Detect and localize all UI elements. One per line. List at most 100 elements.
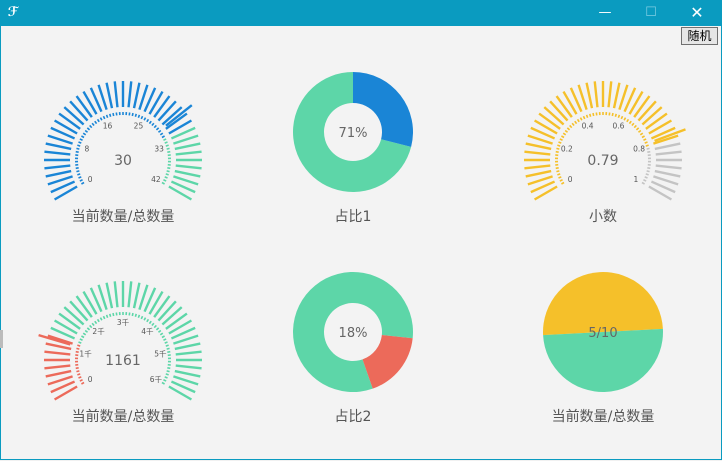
gauge-minor-tick	[641, 135, 645, 139]
gauge-minor-tick	[105, 114, 109, 118]
gauge-minor-tick	[77, 144, 81, 147]
gauge-minor-tick	[109, 313, 112, 317]
gauge-minor-tick	[589, 113, 592, 117]
gauge-minor-tick	[564, 129, 569, 133]
gauge-minor-tick	[641, 181, 645, 185]
gauge-minor-tick	[626, 118, 630, 123]
title-bar[interactable]: ℱ — ☐ ✕	[0, 0, 722, 26]
gauge-tick	[538, 112, 561, 130]
donut-panel-2: 18% 占比2	[233, 255, 473, 455]
gauge-panel-1: 0 8 16 25 33 42 30 当前数量/总数量	[3, 55, 243, 255]
pie-center-label: 5/10	[588, 326, 617, 341]
gauge-value: 1161	[105, 353, 141, 369]
gauge-minor-tick	[582, 115, 586, 120]
gauge-minor-tick	[646, 147, 650, 150]
gauge-minor-tick	[617, 114, 621, 118]
minimize-button[interactable]: —	[582, 0, 628, 26]
gauge-minor-tick	[163, 138, 167, 141]
donut-chart-1: 71%	[293, 72, 413, 192]
gauge-chart-3: 0 1千 2千 3千 4千 5千 6千 1161	[38, 281, 202, 401]
gauge-minor-tick	[167, 167, 171, 170]
gauge-tick	[165, 112, 188, 130]
gauge-minor-tick	[164, 176, 168, 179]
gauge-minor-tick	[102, 315, 106, 320]
gauge-minor-tick	[82, 132, 87, 136]
gauge-minor-tick	[78, 141, 82, 144]
gauge-tick	[132, 82, 141, 109]
gauge-minor-tick	[140, 115, 144, 120]
gauge-minor-tick	[137, 314, 141, 318]
gauge-minor-tick	[576, 118, 580, 123]
close-button[interactable]: ✕	[674, 0, 720, 26]
gauge-minor-tick	[159, 132, 164, 136]
gauge-tick	[113, 81, 119, 108]
gauge-minor-tick	[109, 113, 112, 117]
gauge-minor-tick	[166, 170, 170, 173]
random-button[interactable]: 随机	[681, 27, 718, 45]
gauge-tick-label: 0.2	[561, 144, 573, 153]
gauge-minor-tick	[555, 167, 559, 170]
gauge-minor-tick	[635, 127, 640, 131]
gauge-tick	[127, 81, 133, 108]
donut-panel-1: 71% 占比1	[233, 55, 473, 255]
donut-center-label: 18%	[339, 326, 368, 341]
maximize-button[interactable]: ☐	[628, 0, 674, 26]
gauge-tick	[524, 164, 551, 170]
gauge-minor-tick	[592, 112, 595, 117]
gauge-minor-tick	[639, 132, 644, 136]
gauge-minor-tick	[623, 117, 627, 121]
gauge-minor-tick	[77, 344, 81, 347]
gauge-tick	[555, 95, 573, 118]
gauge-tick	[44, 164, 71, 170]
gauge-tick	[58, 312, 81, 330]
gauge-minor-tick	[157, 129, 162, 133]
gauge-tick-label: 0.4	[582, 121, 594, 130]
pie-panel: 5/10 当前数量/总数量	[483, 255, 722, 455]
gauge-minor-tick	[81, 181, 85, 185]
gauge-tick	[157, 300, 177, 322]
gauge-tick	[525, 142, 552, 151]
gauge-tick	[593, 81, 599, 108]
gauge-minor-tick	[77, 373, 81, 376]
gauge-minor-tick	[148, 120, 152, 125]
gauge-tick-label: 1	[634, 175, 639, 184]
gauge-tick	[637, 100, 657, 122]
gauge-minor-tick	[134, 113, 137, 117]
gauge-tick	[58, 112, 81, 130]
gauge-minor-tick	[78, 176, 82, 179]
gauge-minor-tick	[611, 112, 614, 117]
gauge-minor-tick	[633, 124, 637, 129]
gauge-tick	[655, 150, 682, 156]
gauge-minor-tick	[81, 135, 85, 139]
gauge-minor-tick	[143, 317, 147, 321]
gauge-tick	[63, 306, 85, 326]
gauge-tick	[612, 82, 621, 109]
gauge-minor-tick	[96, 318, 100, 323]
gauge-tick	[543, 106, 565, 126]
gauge-minor-tick	[569, 124, 573, 129]
gauge-minor-tick	[153, 324, 157, 329]
gauge-tick-label: 0	[568, 175, 573, 184]
gauge-minor-tick	[585, 114, 589, 118]
gauge-minor-tick	[155, 127, 160, 131]
gauge-tick	[105, 282, 114, 309]
gauge-minor-tick	[112, 112, 115, 117]
gauge-minor-tick	[76, 170, 80, 173]
gauge-tick	[69, 100, 89, 122]
gauge-tick	[633, 95, 651, 118]
gauge-tick	[174, 169, 201, 178]
gauge-tick	[132, 282, 141, 309]
gauge-minor-tick	[645, 173, 649, 176]
gauge-minor-tick	[561, 135, 565, 139]
gauge-minor-tick	[165, 373, 169, 376]
gauge-caption-1: 当前数量/总数量	[71, 209, 175, 225]
gauge-minor-tick	[643, 138, 647, 141]
gauge-minor-tick	[78, 341, 82, 344]
gauge-minor-tick	[86, 127, 91, 131]
gauge-minor-tick	[566, 127, 571, 131]
gauge-minor-tick	[75, 367, 79, 370]
gauge-minor-tick	[167, 367, 171, 370]
gauge-minor-tick	[151, 122, 155, 127]
gauge-minor-tick	[81, 381, 85, 385]
gauge-tick	[174, 342, 201, 351]
